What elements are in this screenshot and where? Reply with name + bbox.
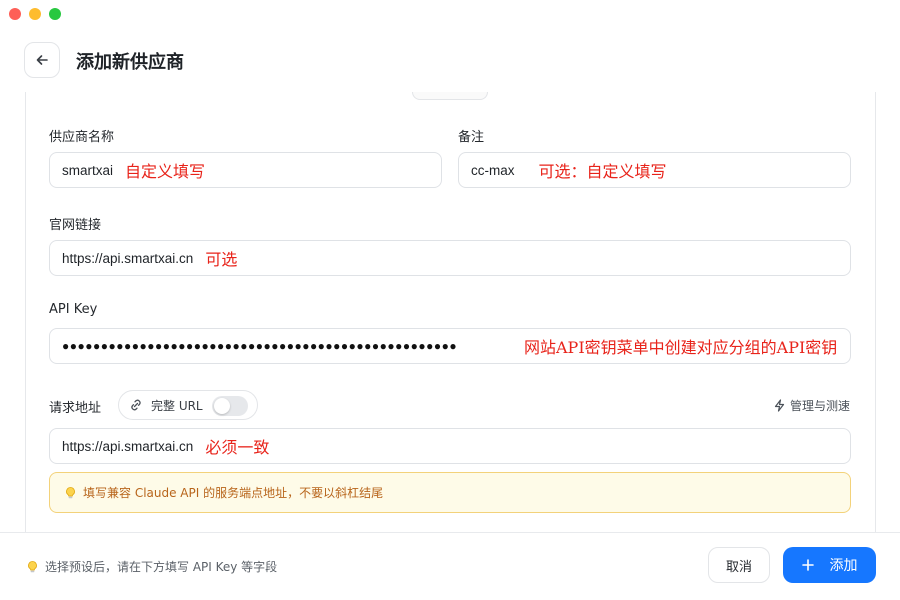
footer-hint: 选择预设后，请在下方填写 API Key 等字段 bbox=[26, 558, 277, 575]
lightning-icon bbox=[774, 399, 785, 412]
link-icon bbox=[131, 399, 141, 411]
full-url-switch[interactable] bbox=[212, 396, 248, 416]
manage-speedtest-button[interactable]: 管理与测速 bbox=[773, 397, 850, 414]
api-key-input[interactable]: ●●●●●●●●●●●●●●●●●●●●●●●●●●●●●●●●●●●●●●●●… bbox=[49, 328, 851, 364]
request-url-input[interactable]: https://api.smartxai.cn 必须一致 bbox=[49, 428, 851, 464]
request-url-annotation: 必须一致 bbox=[205, 438, 270, 457]
minimize-window-button[interactable] bbox=[29, 8, 41, 20]
lightbulb-icon bbox=[66, 486, 75, 498]
provider-name-value: smartxai bbox=[62, 162, 114, 178]
remark-input[interactable]: cc-max 可选：自定义填写 bbox=[458, 152, 851, 188]
website-annotation: 可选 bbox=[205, 250, 238, 269]
footer-hint-text: 选择预设后，请在下方填写 API Key 等字段 bbox=[45, 560, 278, 574]
remark-value: cc-max bbox=[471, 162, 515, 178]
add-button-label: 添加 bbox=[829, 558, 858, 574]
page-title: 添加新供应商 bbox=[76, 52, 184, 73]
api-key-label: API Key bbox=[49, 302, 98, 317]
api-key-annotation: 网站API密钥菜单中创建对应分组的API密钥 bbox=[524, 338, 838, 357]
switch-knob bbox=[214, 398, 230, 414]
remark-label: 备注 bbox=[458, 130, 485, 145]
window-controls bbox=[9, 8, 61, 20]
arrow-left-icon bbox=[36, 55, 48, 65]
endpoint-hint: 填写兼容 Claude API 的服务端点地址，不要以斜杠结尾 bbox=[49, 472, 851, 513]
lightbulb-icon bbox=[28, 560, 37, 572]
provider-name-input[interactable]: smartxai 自定义填写 bbox=[49, 152, 442, 188]
endpoint-hint-text: 填写兼容 Claude API 的服务端点地址，不要以斜杠结尾 bbox=[83, 486, 384, 500]
card-scroll-tab bbox=[412, 92, 488, 100]
full-url-toggle-label: 完整 URL bbox=[151, 398, 203, 413]
back-button[interactable] bbox=[24, 42, 60, 78]
website-value: https://api.smartxai.cn bbox=[62, 250, 194, 266]
manage-speedtest-label: 管理与测速 bbox=[789, 399, 850, 413]
cancel-button[interactable]: 取消 bbox=[708, 547, 770, 583]
api-key-masked-value: ●●●●●●●●●●●●●●●●●●●●●●●●●●●●●●●●●●●●●●●●… bbox=[62, 339, 458, 353]
website-input[interactable]: https://api.smartxai.cn 可选 bbox=[49, 240, 851, 276]
request-url-label: 请求地址 bbox=[49, 401, 102, 416]
provider-name-annotation: 自定义填写 bbox=[125, 162, 206, 181]
plus-icon bbox=[801, 559, 814, 571]
website-label: 官网链接 bbox=[49, 218, 102, 233]
remark-annotation: 可选：自定义填写 bbox=[538, 162, 667, 181]
request-url-value: https://api.smartxai.cn bbox=[62, 438, 194, 454]
close-window-button[interactable] bbox=[9, 8, 21, 20]
zoom-window-button[interactable] bbox=[49, 8, 61, 20]
provider-name-label: 供应商名称 bbox=[49, 130, 115, 145]
full-url-toggle[interactable]: 完整 URL bbox=[118, 390, 258, 420]
add-button[interactable]: 添加 bbox=[783, 547, 876, 583]
footer-divider bbox=[0, 532, 900, 533]
